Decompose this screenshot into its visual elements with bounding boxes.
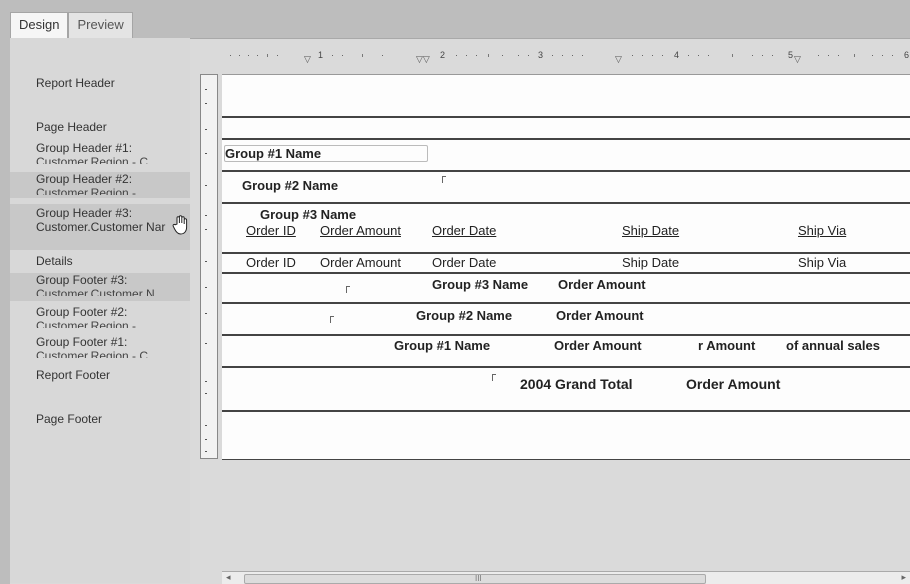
- field-gf3-order-amount[interactable]: Order Amount: [558, 277, 646, 292]
- band-page-header[interactable]: [222, 116, 910, 138]
- band-group-footer-1[interactable]: Group #1 Name Order Amount r Amount of a…: [222, 334, 910, 366]
- field-grand-total-amount[interactable]: Order Amount: [686, 376, 780, 392]
- section-group-footer-1[interactable]: Group Footer #1: Customer.Region - C: [10, 335, 190, 363]
- section-sublabel: Customer.Region - ...: [36, 319, 150, 328]
- field-detail-order-id[interactable]: Order ID: [246, 255, 296, 270]
- section-page-footer[interactable]: Page Footer: [10, 412, 190, 452]
- section-label: Group Footer #1:: [36, 335, 128, 349]
- section-group-header-1[interactable]: Group Header #1: Customer.Region - C: [10, 141, 190, 169]
- section-label: Group Header #2:: [36, 172, 133, 186]
- field-detail-ship-date[interactable]: Ship Date: [622, 255, 679, 270]
- field-group1-name[interactable]: Group #1 Name: [224, 145, 428, 162]
- field-gf3-group-name[interactable]: Group #3 Name: [432, 277, 528, 292]
- section-sublabel: Customer.Customer Nar: [36, 220, 166, 234]
- section-sublabel: Customer.Region - ...: [36, 186, 150, 195]
- ruler-number: 4: [674, 50, 680, 60]
- section-group-footer-2[interactable]: Group Footer #2: Customer.Region - ...: [10, 305, 190, 331]
- vertical-ruler[interactable]: [200, 74, 218, 459]
- field-header-ship-via[interactable]: Ship Via: [798, 223, 846, 238]
- section-sublabel: Customer.Customer N: [36, 287, 155, 296]
- section-page-header[interactable]: Page Header: [10, 120, 190, 138]
- section-label: Report Header: [36, 76, 115, 90]
- tab-stop-marker-icon[interactable]: ▽: [794, 54, 801, 65]
- section-label: Page Header: [36, 120, 107, 134]
- section-label: Group Header #3:: [36, 206, 133, 220]
- field-detail-ship-via[interactable]: Ship Via: [798, 255, 846, 270]
- horizontal-scrollbar[interactable]: ◂ III ▸: [222, 571, 910, 584]
- band-group-footer-3[interactable]: Group #3 Name Order Amount: [222, 272, 910, 302]
- band-details[interactable]: Order ID Order Amount Order Date Ship Da…: [222, 252, 910, 272]
- field-gf1-order-amount[interactable]: Order Amount: [554, 338, 642, 353]
- band-report-header[interactable]: [222, 74, 910, 116]
- band-report-footer[interactable]: 2004 Grand Total Order Amount: [222, 366, 910, 410]
- field-header-order-date[interactable]: Order Date: [432, 223, 496, 238]
- section-report-header[interactable]: Report Header: [10, 76, 190, 116]
- band-group-header-2[interactable]: Group #2 Name: [222, 170, 910, 202]
- section-label: Details: [36, 254, 73, 268]
- field-gf1-group-name[interactable]: Group #1 Name: [394, 338, 490, 353]
- field-gf2-order-amount[interactable]: Order Amount: [556, 308, 644, 323]
- field-gf1-order-amount-2[interactable]: r Amount: [698, 338, 755, 353]
- section-details[interactable]: Details: [10, 254, 190, 272]
- field-detail-order-amount[interactable]: Order Amount: [320, 255, 401, 270]
- band-page-footer[interactable]: [222, 410, 910, 460]
- section-sublabel: Customer.Region - C: [36, 349, 149, 358]
- field-header-order-id[interactable]: Order ID: [246, 223, 296, 238]
- tab-design[interactable]: Design: [10, 12, 69, 39]
- section-group-header-3[interactable]: Group Header #3: Customer.Customer Nar: [10, 204, 190, 250]
- scroll-right-icon[interactable]: ▸: [901, 572, 906, 583]
- section-label: Report Footer: [36, 368, 111, 382]
- view-tabs: Design Preview: [10, 12, 133, 39]
- field-gf2-group-name[interactable]: Group #2 Name: [416, 308, 512, 323]
- field-group2-name[interactable]: Group #2 Name: [242, 178, 338, 193]
- ruler-number: 6: [904, 50, 910, 60]
- section-label: Page Footer: [36, 412, 103, 426]
- field-header-ship-date[interactable]: Ship Date: [622, 223, 679, 238]
- horizontal-ruler[interactable]: ▽ 1 ▽▽ 2 3 ▽ 4 5 ▽ 6: [222, 48, 910, 64]
- section-label: Group Footer #2:: [36, 305, 128, 319]
- section-group-header-2[interactable]: Group Header #2: Customer.Region - ...: [10, 172, 190, 198]
- hand-cursor-icon: [172, 215, 188, 235]
- scrollbar-grip: III: [475, 574, 482, 583]
- field-gf1-percent-annual-sales[interactable]: of annual sales: [786, 338, 880, 353]
- ruler-number: 1: [318, 50, 324, 60]
- field-group3-name[interactable]: Group #3 Name: [260, 207, 356, 222]
- section-sublabel: Customer.Region - C: [36, 155, 149, 164]
- scroll-left-icon[interactable]: ◂: [226, 572, 231, 583]
- tab-stop-marker-icon[interactable]: ▽: [615, 54, 622, 65]
- tab-stop-marker-icon[interactable]: ▽▽: [416, 54, 430, 65]
- field-header-order-amount[interactable]: Order Amount: [320, 223, 401, 238]
- section-label: Group Header #1:: [36, 141, 133, 155]
- section-report-footer[interactable]: Report Footer: [10, 368, 190, 408]
- field-detail-order-date[interactable]: Order Date: [432, 255, 496, 270]
- ruler-number: 2: [440, 50, 446, 60]
- section-group-footer-3[interactable]: Group Footer #3: Customer.Customer N: [10, 273, 190, 301]
- ruler-number: 3: [538, 50, 544, 60]
- ruler-number: 5: [788, 50, 794, 60]
- tab-stop-marker-icon[interactable]: ▽: [304, 54, 311, 65]
- tab-preview[interactable]: Preview: [68, 12, 133, 39]
- band-group-footer-2[interactable]: Group #2 Name Order Amount: [222, 302, 910, 334]
- band-group-header-3[interactable]: Group #3 Name Order ID Order Amount Orde…: [222, 202, 910, 252]
- section-label: Group Footer #3:: [36, 273, 128, 287]
- band-group-header-1[interactable]: Group #1 Name: [222, 138, 910, 170]
- field-grand-total-label[interactable]: 2004 Grand Total: [520, 376, 633, 392]
